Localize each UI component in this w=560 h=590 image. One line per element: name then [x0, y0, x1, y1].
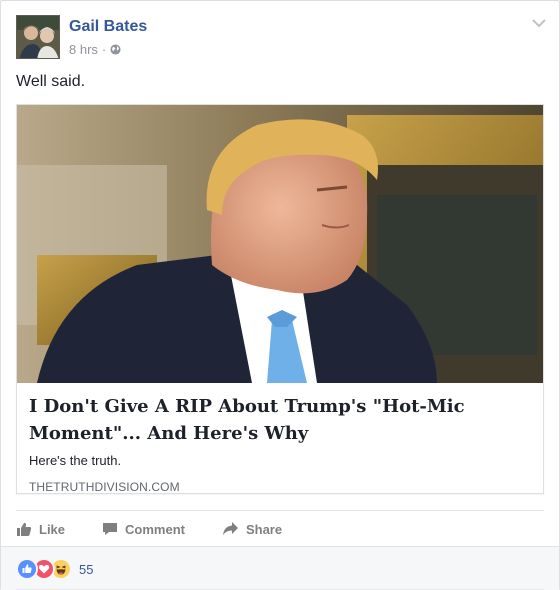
- thumbs-up-icon: [17, 522, 32, 536]
- author-avatar[interactable]: [16, 15, 60, 59]
- post-header: Gail Bates 8 hrs ·: [16, 15, 546, 63]
- reactions-bar: 55: [1, 546, 559, 590]
- chevron-down-icon[interactable]: [532, 18, 546, 28]
- link-description: Here's the truth.: [29, 453, 122, 468]
- like-label: Like: [39, 521, 66, 537]
- author-name-link[interactable]: Gail Bates: [69, 18, 147, 36]
- share-button[interactable]: Share: [222, 521, 282, 537]
- comment-button[interactable]: Comment: [102, 521, 185, 537]
- link-preview-card[interactable]: I Don't Give A RIP About Trump's "Hot-Mi…: [16, 104, 544, 494]
- reactions-summary[interactable]: 55: [16, 558, 93, 580]
- post-card: Gail Bates 8 hrs · Well said. I Don't Gi…: [0, 0, 560, 590]
- meta-separator: ·: [101, 42, 107, 57]
- share-icon: [222, 522, 238, 535]
- like-icon: [16, 558, 38, 580]
- link-domain: THETRUTHDIVISION.COM: [29, 480, 180, 494]
- reaction-count[interactable]: 55: [79, 562, 93, 577]
- link-preview-image[interactable]: [17, 105, 543, 383]
- post-text: Well said.: [16, 73, 86, 90]
- post-actions: Like Comment Share: [16, 515, 544, 543]
- comment-icon: [103, 523, 118, 535]
- comment-label: Comment: [125, 521, 185, 537]
- link-title[interactable]: I Don't Give A RIP About Trump's "Hot-Mi…: [29, 393, 534, 447]
- share-label: Share: [245, 521, 283, 537]
- like-button[interactable]: Like: [16, 521, 65, 537]
- actions-divider-top: [16, 510, 544, 511]
- globe-icon[interactable]: [110, 44, 121, 55]
- link-preview-body: I Don't Give A RIP About Trump's "Hot-Mi…: [29, 393, 534, 494]
- post-meta: 8 hrs ·: [69, 42, 121, 57]
- post-timestamp[interactable]: 8 hrs: [69, 42, 98, 57]
